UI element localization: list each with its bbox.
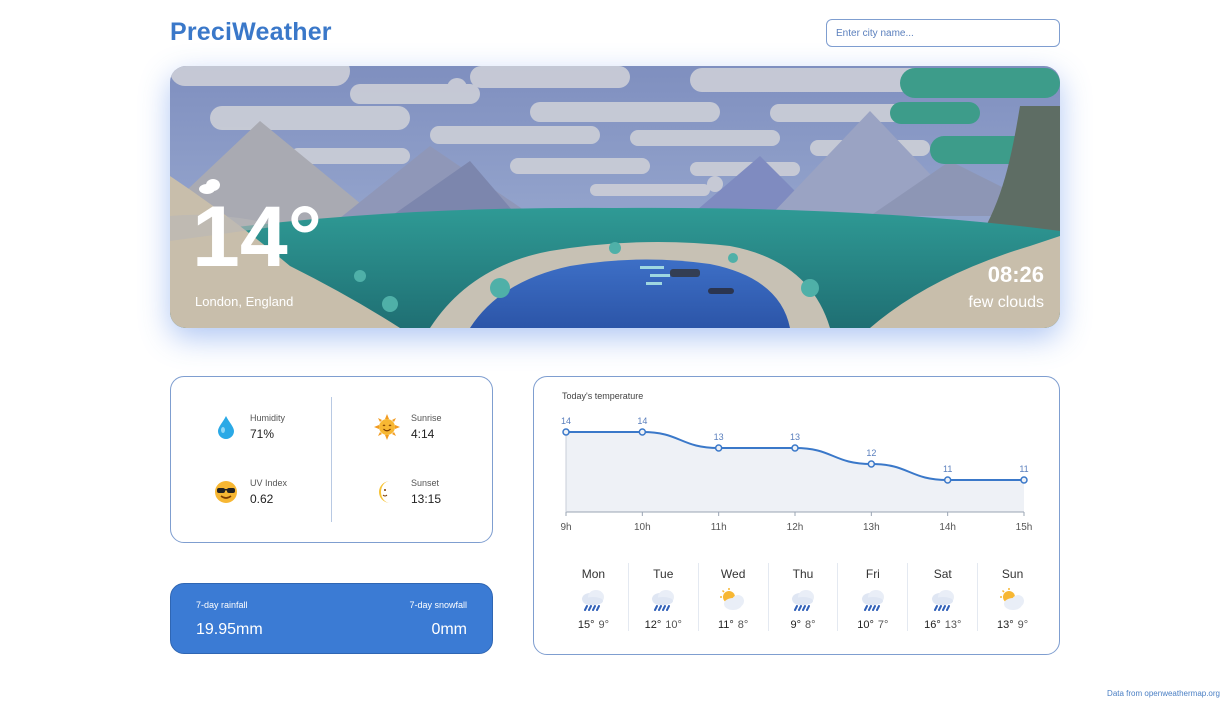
high-temp: 15° xyxy=(577,619,595,631)
forecast-day-wed: Wed 11° 8° xyxy=(697,563,768,631)
chart-x-tick-label: 11h xyxy=(711,522,727,533)
humidity-stat: Humidity 71% xyxy=(213,413,285,441)
data-credit: Data from openweathermap.org xyxy=(1107,689,1220,698)
rain-cloud-icon xyxy=(908,585,977,615)
rain-cloud-icon xyxy=(559,585,628,615)
forecast-day-mon: Mon 15° 9° xyxy=(559,563,628,631)
chart-point xyxy=(867,460,876,468)
low-temp: 8° xyxy=(737,619,749,631)
water-drop-icon xyxy=(213,414,239,440)
rain-cloud-icon xyxy=(838,585,907,615)
chart-title: Today's temperature xyxy=(562,391,644,401)
high-temp: 13° xyxy=(997,619,1014,631)
snowfall-label: 7-day snowfall xyxy=(409,600,467,610)
uv-stat: UV Index 0.62 xyxy=(213,478,287,506)
chart-point xyxy=(1020,476,1028,484)
current-weather-banner: 14° London, England 08:26 few clouds xyxy=(170,66,1060,328)
day-name: Mon xyxy=(581,567,606,581)
humidity-value: 71% xyxy=(250,427,275,441)
high-temp: 12° xyxy=(644,619,662,631)
weekly-forecast: Mon 15° 9° Tue 12° 10° Wed 11° 8° Thu 9° 8° Fri 10° 7°… xyxy=(559,563,1047,631)
chart-x-tick-label: 13h xyxy=(863,522,880,533)
sunset-value: 13:15 xyxy=(411,492,442,506)
day-name: Wed xyxy=(720,567,746,581)
sunrise-stat: Sunrise 4:14 xyxy=(374,413,442,441)
divider xyxy=(331,397,332,522)
chart-data-label: 11 xyxy=(943,464,952,474)
snowfall-value: 0mm xyxy=(431,621,467,638)
low-temp: 13° xyxy=(944,619,962,631)
temperature-chart: 14 9h 14 10h 13 11h 13 12h 12 13h 11 14h 11 15h xyxy=(560,416,1033,533)
sun-face-icon xyxy=(374,414,400,440)
chart-x-tick-label: 10h xyxy=(634,522,651,533)
forecast-card: Today's temperature 14 9h 14 10h 13 11h 13 12h 1… xyxy=(533,376,1060,655)
rain-cloud-icon xyxy=(629,585,698,615)
high-temp: 11° xyxy=(717,619,734,631)
low-temp: 9° xyxy=(1017,619,1029,631)
rain-cloud-icon xyxy=(769,585,838,615)
day-temps: 9° 8° xyxy=(769,619,838,631)
forecast-day-thu: Thu 9° 8° xyxy=(767,563,838,631)
high-temp: 10° xyxy=(857,619,874,631)
city-search-input[interactable] xyxy=(826,19,1060,47)
rainfall-value: 19.95mm xyxy=(196,621,263,638)
chart-x-tick-label: 14h xyxy=(939,522,956,533)
low-temp: 8° xyxy=(805,619,816,631)
sun-cloud-icon xyxy=(699,585,768,615)
sunset-label: Sunset xyxy=(411,478,440,488)
chart-point xyxy=(638,428,647,436)
chart-data-label: 13 xyxy=(714,432,724,442)
chart-point xyxy=(791,444,799,452)
day-temps: 11° 8° xyxy=(699,619,768,631)
day-temps: 16° 13° xyxy=(908,619,977,631)
sunset-stat: Sunset 13:15 xyxy=(374,478,441,506)
low-temp: 9° xyxy=(598,619,610,631)
low-temp: 7° xyxy=(877,619,889,631)
app-title: PreciWeather xyxy=(170,18,332,46)
chart-point xyxy=(943,476,952,484)
sunrise-value: 4:14 xyxy=(411,427,435,441)
chart-x-tick-label: 9h xyxy=(560,522,571,533)
precipitation-card: 7-day rainfall 19.95mm 7-day snowfall 0m… xyxy=(170,583,493,654)
forecast-day-tue: Tue 12° 10° xyxy=(627,563,698,631)
conditions-card: Humidity 71% UV Index 0.62 Sunrise 4:14 … xyxy=(170,376,493,543)
chart-data-label: 14 xyxy=(637,416,647,426)
chart-area xyxy=(566,432,1024,512)
day-name: Sun xyxy=(1001,567,1024,581)
uv-label: UV Index xyxy=(250,478,288,488)
chart-x-tick-label: 12h xyxy=(787,522,804,533)
high-temp: 16° xyxy=(924,619,941,631)
uv-value: 0.62 xyxy=(250,492,274,506)
day-temps: 10° 7° xyxy=(838,619,907,631)
local-time: 08:26 xyxy=(987,262,1044,287)
low-temp: 10° xyxy=(665,619,682,631)
forecast-day-sat: Sat 16° 13° xyxy=(907,563,977,631)
high-temp: 9° xyxy=(790,619,801,631)
rainfall-label: 7-day rainfall xyxy=(196,600,248,610)
day-name: Sat xyxy=(933,567,952,581)
chart-x-tick-label: 15h xyxy=(1016,522,1033,533)
chart-point xyxy=(562,428,570,436)
chart-data-label: 11 xyxy=(1019,464,1028,474)
day-name: Fri xyxy=(865,567,880,581)
sun-cloud-icon xyxy=(978,585,1047,615)
location-name: London, England xyxy=(195,294,294,309)
day-name: Thu xyxy=(792,567,814,581)
forecast-day-fri: Fri 10° 7° xyxy=(837,563,907,631)
sunglasses-face-icon xyxy=(213,479,239,505)
day-name: Tue xyxy=(653,567,674,581)
sunrise-label: Sunrise xyxy=(411,413,442,423)
humidity-label: Humidity xyxy=(250,413,286,423)
forecast-day-sun: Sun 13° 9° xyxy=(977,563,1047,631)
day-temps: 13° 9° xyxy=(978,619,1047,631)
day-temps: 12° 10° xyxy=(629,619,698,631)
chart-data-label: 13 xyxy=(790,432,800,442)
weather-description: few clouds xyxy=(968,294,1044,311)
chart-point xyxy=(714,444,723,452)
chart-data-label: 14 xyxy=(561,416,571,426)
chart-data-label: 12 xyxy=(866,448,876,458)
current-temperature: 14° xyxy=(192,189,323,285)
day-temps: 15° 9° xyxy=(559,619,628,631)
moon-face-icon xyxy=(374,479,400,505)
